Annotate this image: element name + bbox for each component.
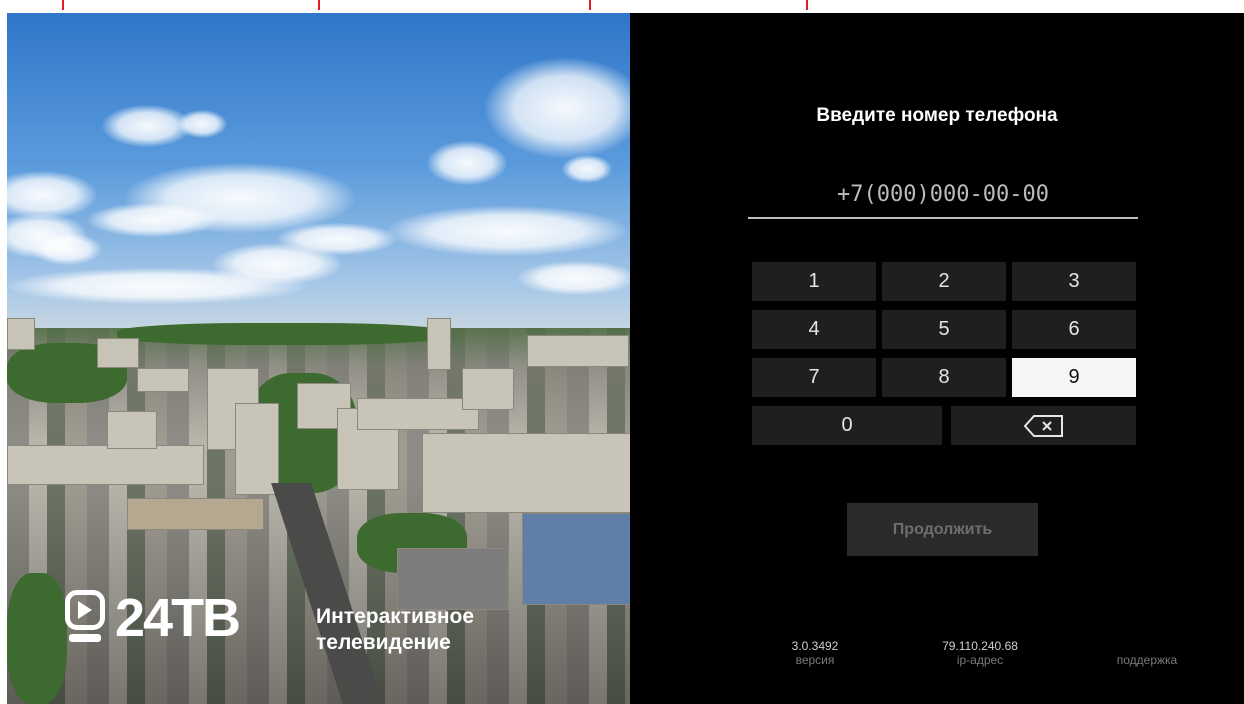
cloud: [427, 141, 507, 185]
building: [357, 398, 479, 430]
top-marker: [589, 0, 591, 10]
brand-logo: 24ТВ: [65, 588, 241, 648]
version-label: версия: [795, 653, 835, 667]
building: [422, 433, 630, 513]
key-7[interactable]: 7: [752, 358, 876, 397]
logo-text: 24ТВ: [115, 588, 241, 648]
building: [427, 318, 451, 370]
key-5[interactable]: 5: [882, 310, 1006, 349]
tagline-line1: Интерактивное: [316, 605, 475, 628]
building: [137, 368, 189, 392]
building: [7, 318, 35, 350]
cloud: [7, 268, 307, 304]
key-3[interactable]: 3: [1012, 262, 1136, 301]
version-info: 3.0.3492 версия: [770, 639, 860, 667]
cloud: [562, 155, 612, 183]
support-link[interactable]: поддержка: [1082, 653, 1212, 667]
page-title: Введите номер телефона: [816, 105, 1058, 126]
key-1[interactable]: 1: [752, 262, 876, 301]
support-info[interactable]: поддержка: [1082, 639, 1212, 667]
key-0[interactable]: 0: [752, 406, 942, 445]
building: [127, 498, 264, 530]
building: [397, 548, 509, 610]
building: [462, 368, 514, 410]
backspace-icon: [1023, 414, 1063, 437]
building: [522, 513, 630, 605]
backspace-key[interactable]: [951, 406, 1136, 445]
cloud: [7, 171, 97, 219]
login-panel: Введите номер телефона 1 2 3 4 5 6 7 8 9…: [630, 13, 1244, 704]
key-2[interactable]: 2: [882, 262, 1006, 301]
cloud: [177, 110, 227, 138]
background-photo: 24ТВ Интерактивное телевидение: [7, 13, 630, 704]
trees: [7, 573, 67, 704]
top-marker: [806, 0, 808, 10]
building: [235, 403, 279, 495]
tagline: Интерактивное телевидение: [316, 604, 474, 656]
top-marker: [62, 0, 64, 10]
tagline-line2: телевидение: [316, 631, 451, 654]
ip-value: 79.110.240.68: [942, 639, 1018, 653]
ip-info: 79.110.240.68 ip-адрес: [920, 639, 1040, 667]
phone-input[interactable]: [748, 171, 1138, 219]
building: [527, 335, 629, 367]
ip-label: ip-адрес: [956, 653, 1004, 667]
building: [97, 338, 139, 368]
tv-logo-icon: [65, 590, 107, 646]
key-6[interactable]: 6: [1012, 310, 1136, 349]
cloud: [517, 261, 630, 295]
cloud: [387, 206, 627, 256]
building: [107, 411, 157, 449]
building: [7, 445, 204, 485]
version-value: 3.0.3492: [791, 639, 839, 653]
key-8[interactable]: 8: [882, 358, 1006, 397]
cloud: [87, 203, 217, 237]
continue-button[interactable]: Продолжить: [847, 503, 1038, 556]
top-marker: [318, 0, 320, 10]
key-4[interactable]: 4: [752, 310, 876, 349]
cloud: [485, 58, 630, 158]
key-9[interactable]: 9: [1012, 358, 1136, 397]
cloud: [32, 233, 102, 265]
trees: [117, 323, 447, 345]
